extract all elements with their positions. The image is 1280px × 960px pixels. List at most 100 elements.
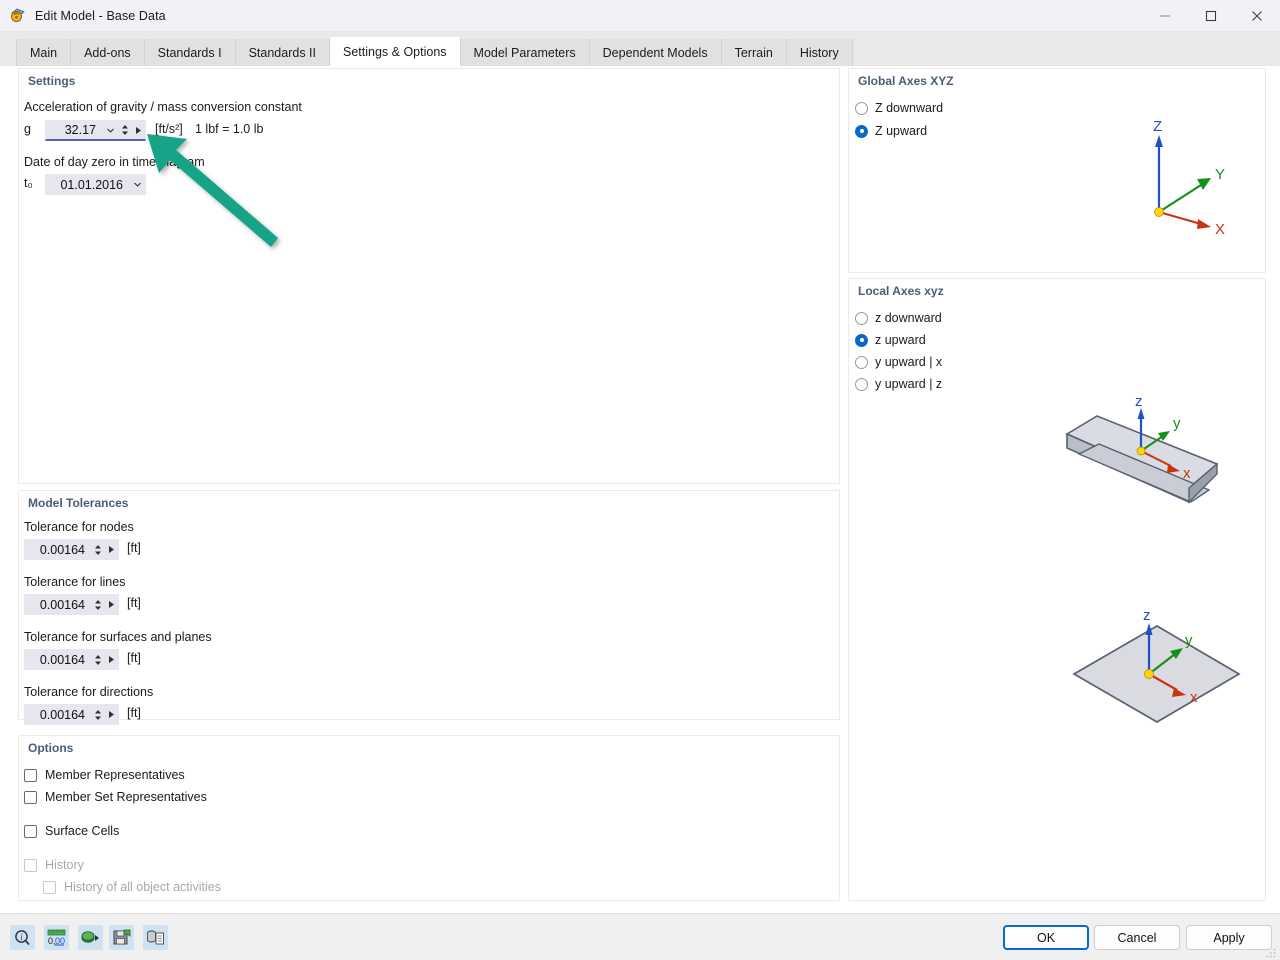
- gravity-unit: [ft/s²]: [155, 122, 183, 136]
- cancel-button[interactable]: Cancel: [1094, 925, 1180, 950]
- checkbox-box[interactable]: [24, 790, 37, 804]
- axis-label-y: y: [1185, 632, 1193, 649]
- resize-grip[interactable]: [1265, 947, 1277, 959]
- checkbox-label: History of all object activities: [64, 880, 222, 894]
- global-axes-title: Global Axes XYZ: [858, 74, 954, 88]
- gravity-value-field[interactable]: 32.17: [45, 120, 146, 141]
- help-info-icon[interactable]: i: [10, 925, 35, 950]
- tolerance-nodes-value: 0.00164: [39, 542, 85, 557]
- radio-label: Z downward: [875, 101, 944, 115]
- checkbox-member-representatives[interactable]: Member Representatives: [24, 768, 185, 782]
- save-settings-icon[interactable]: [109, 925, 134, 950]
- ok-button[interactable]: OK: [1003, 925, 1089, 950]
- copy-from-model-icon[interactable]: [143, 925, 168, 950]
- tolerance-lines-apply-arrow-icon[interactable]: [104, 600, 118, 609]
- chevron-down-icon[interactable]: [129, 180, 145, 189]
- axis-label-y: y: [1173, 415, 1181, 432]
- checkbox-box[interactable]: [24, 768, 37, 782]
- radio-button[interactable]: [855, 333, 868, 347]
- tab-history[interactable]: History: [786, 39, 853, 66]
- tab-settings-and-options[interactable]: Settings & Options: [330, 37, 461, 66]
- title-bar: Edit Model - Base Data: [0, 0, 1280, 32]
- tolerance-nodes-field[interactable]: 0.00164: [24, 539, 119, 560]
- tolerance-lines-spinner[interactable]: [91, 598, 104, 612]
- minimize-button[interactable]: [1142, 0, 1188, 31]
- radio-z-downward-local[interactable]: z downward: [855, 311, 942, 325]
- gravity-label: Acceleration of gravity / mass conversio…: [24, 100, 302, 114]
- gravity-apply-arrow-icon[interactable]: [131, 126, 145, 135]
- radio-button[interactable]: [855, 124, 868, 138]
- date-zero-symbol: t₀: [24, 176, 33, 190]
- import-settings-icon[interactable]: [78, 925, 103, 950]
- radio-button[interactable]: [855, 311, 868, 325]
- tolerance-surfaces-field[interactable]: 0.00164: [24, 649, 119, 670]
- axis-label-x: x: [1190, 689, 1198, 706]
- chevron-down-icon[interactable]: [102, 126, 118, 135]
- tolerance-surfaces-apply-arrow-icon[interactable]: [104, 655, 118, 664]
- tolerance-directions-label: Tolerance for directions: [24, 685, 154, 699]
- checkbox-surface-cells[interactable]: Surface Cells: [24, 824, 119, 838]
- gravity-spinner[interactable]: [118, 123, 131, 137]
- tab-model-parameters[interactable]: Model Parameters: [460, 39, 590, 66]
- tab-terrain[interactable]: Terrain: [721, 39, 787, 66]
- options-panel: Options Member Representatives Member Se…: [18, 735, 840, 901]
- axis-label-x: x: [1183, 465, 1191, 482]
- tab-label: Model Parameters: [473, 45, 576, 60]
- tab-standards-i[interactable]: Standards I: [144, 39, 236, 66]
- window-title: Edit Model - Base Data: [35, 8, 166, 23]
- checkbox-history: History: [24, 858, 84, 872]
- radio-y-upward-z[interactable]: y upward | z: [855, 377, 942, 391]
- tab-dependent-models[interactable]: Dependent Models: [589, 39, 722, 66]
- radio-label: z upward: [875, 333, 926, 347]
- axis-label-x: X: [1215, 221, 1225, 237]
- dialog-footer: i 0, 00 OK Cancel Apply: [0, 913, 1280, 960]
- maximize-button[interactable]: [1188, 0, 1234, 31]
- radio-y-upward-x[interactable]: y upward | x: [855, 355, 942, 369]
- cancel-button-label: Cancel: [1117, 930, 1157, 945]
- date-zero-label: Date of day zero in time diagram: [24, 155, 205, 169]
- close-button[interactable]: [1234, 0, 1280, 31]
- radio-z-upward[interactable]: Z upward: [855, 124, 927, 138]
- radio-button[interactable]: [855, 355, 868, 369]
- apply-button[interactable]: Apply: [1186, 925, 1272, 950]
- tab-label: Add-ons: [84, 45, 131, 60]
- tolerance-nodes-apply-arrow-icon[interactable]: [104, 545, 118, 554]
- tab-standards-ii[interactable]: Standards II: [235, 39, 330, 66]
- options-panel-title: Options: [28, 741, 74, 755]
- tolerance-surfaces-label: Tolerance for surfaces and planes: [24, 630, 212, 644]
- axis-label-z: z: [1143, 607, 1151, 624]
- gravity-note: 1 lbf = 1.0 lb: [195, 122, 264, 136]
- radio-button[interactable]: [855, 377, 868, 391]
- radio-label: Z upward: [875, 124, 928, 138]
- radio-z-downward[interactable]: Z downward: [855, 101, 943, 115]
- settings-panel-title: Settings: [28, 74, 76, 88]
- window-controls: [1142, 0, 1280, 31]
- date-zero-field[interactable]: 01.01.2016: [45, 174, 146, 195]
- tab-label: History: [799, 45, 839, 60]
- checkbox-box[interactable]: [24, 824, 37, 838]
- date-zero-value: 01.01.2016: [60, 177, 123, 192]
- tolerance-nodes-unit: [ft]: [127, 541, 141, 555]
- radio-label: y upward | x: [875, 355, 943, 369]
- units-decimal-places-icon[interactable]: 0, 00: [44, 925, 69, 950]
- tolerance-surfaces-spinner[interactable]: [91, 653, 104, 667]
- radio-label: y upward | z: [875, 377, 943, 391]
- tolerance-lines-field[interactable]: 0.00164: [24, 594, 119, 615]
- ok-button-label: OK: [1036, 930, 1056, 945]
- svg-text:i: i: [20, 932, 23, 942]
- tab-label: Settings & Options: [343, 44, 447, 59]
- local-axes-title: Local Axes xyz: [858, 284, 944, 298]
- tab-label: Terrain: [734, 45, 773, 60]
- radio-z-upward-local[interactable]: z upward: [855, 333, 926, 347]
- tolerance-directions-apply-arrow-icon[interactable]: [104, 710, 118, 719]
- axis-label-z: Z: [1153, 118, 1162, 135]
- tab-main[interactable]: Main: [16, 39, 72, 66]
- tolerance-directions-field[interactable]: 0.00164: [24, 704, 119, 725]
- tolerance-nodes-spinner[interactable]: [91, 543, 104, 557]
- tolerance-directions-spinner[interactable]: [91, 708, 104, 722]
- tab-add-ons[interactable]: Add-ons: [71, 39, 145, 66]
- tolerance-surfaces-value: 0.00164: [39, 652, 85, 667]
- radio-button[interactable]: [855, 101, 868, 115]
- checkbox-box: [43, 880, 56, 894]
- checkbox-member-set-representatives[interactable]: Member Set Representatives: [24, 790, 207, 804]
